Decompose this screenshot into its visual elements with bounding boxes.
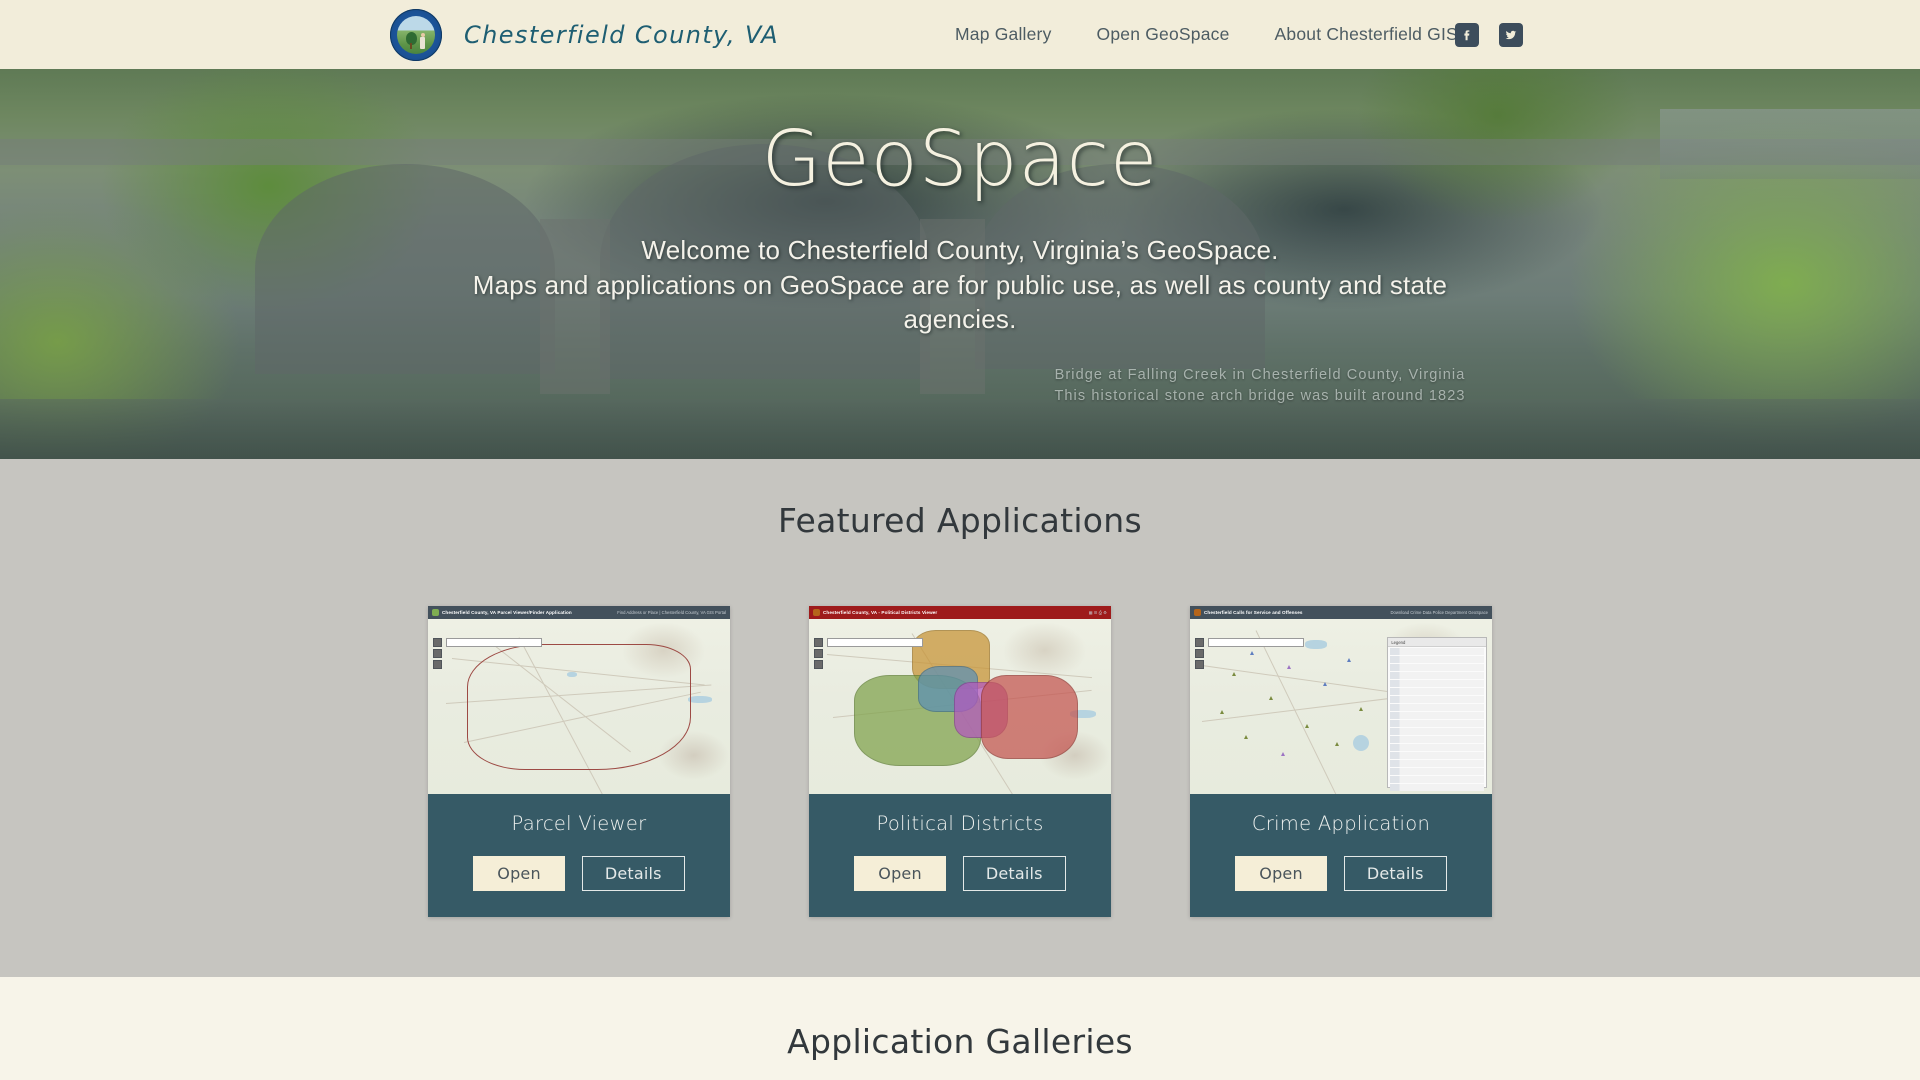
details-button-parcel-viewer[interactable]: Details [581, 856, 685, 891]
nav-item-open-geospace[interactable]: Open GeoSpace [1097, 24, 1230, 45]
app-card-title: Crime Application [1251, 812, 1431, 835]
main-nav: Map Gallery Open GeoSpace About Chesterf… [955, 24, 1458, 45]
hero-subtitle: Welcome to Chesterfield County, Virginia… [0, 233, 1920, 337]
featured-section-title: Featured Applications [777, 501, 1142, 540]
app-thumbnail-crime-application: Chesterfield Calls for Service and Offen… [1190, 606, 1492, 794]
nav-item-about-chesterfield-gis[interactable]: About Chesterfield GIS [1275, 24, 1458, 45]
hero-content: GeoSpace Welcome to Chesterfield County,… [0, 69, 1920, 337]
application-galleries-section: Application Galleries [0, 977, 1920, 1080]
open-button-parcel-viewer[interactable]: Open [473, 856, 565, 891]
app-card-title: Parcel Viewer [511, 812, 647, 835]
thumb-titlebar-text: Chesterfield Calls for Service and Offen… [1204, 610, 1303, 615]
app-thumbnail-political-districts: Chesterfield County, VA - Political Dist… [809, 606, 1111, 794]
app-thumbnail-parcel-viewer: Chesterfield County, VA Parcel Viewer/Fi… [428, 606, 730, 794]
thumb-titlebar-links: Download Crime Data Police Department Ge… [1390, 610, 1488, 615]
thumb-titlebar-text: Chesterfield County, VA Parcel Viewer/Fi… [442, 610, 572, 615]
details-button-crime-application[interactable]: Details [1343, 856, 1447, 891]
county-seal-icon [390, 8, 442, 61]
app-card-parcel-viewer[interactable]: Chesterfield County, VA Parcel Viewer/Fi… [428, 606, 730, 917]
twitter-icon[interactable] [1499, 22, 1523, 47]
map-image [809, 619, 1111, 794]
thumb-titlebar-links: Find Address or Place | Chesterfield Cou… [617, 610, 726, 615]
galleries-section-title: Application Galleries [787, 1022, 1133, 1061]
featured-applications-section: Featured Applications Chesterfield Count… [0, 459, 1920, 977]
nav-item-map-gallery[interactable]: Map Gallery [955, 24, 1052, 45]
app-card-political-districts[interactable]: Chesterfield County, VA - Political Dist… [809, 606, 1111, 917]
social-links [1455, 22, 1523, 47]
brand[interactable]: Chesterfield County, VA [390, 8, 779, 61]
map-image [428, 619, 730, 794]
hero-subtitle-line-3: agencies. [903, 304, 1017, 335]
legend-panel: Legend [1387, 637, 1487, 791]
facebook-icon[interactable] [1455, 22, 1479, 47]
brand-name: Chesterfield County, VA [464, 20, 779, 49]
open-button-political-districts[interactable]: Open [854, 856, 946, 891]
legend-title: Legend [1388, 638, 1486, 647]
hero-caption-line-2: This historical stone arch bridge was bu… [1054, 387, 1466, 404]
app-card-crime-application[interactable]: Chesterfield Calls for Service and Offen… [1190, 606, 1492, 917]
hero-caption-line-1: Bridge at Falling Creek in Chesterfield … [1054, 366, 1466, 383]
app-card-title: Political Districts [876, 812, 1044, 835]
map-image: Legend [1190, 619, 1492, 794]
thumb-titlebar-text: Chesterfield County, VA - Political Dist… [823, 610, 938, 615]
hero-banner: GeoSpace Welcome to Chesterfield County,… [0, 69, 1920, 459]
hero-title: GeoSpace [761, 115, 1159, 204]
hero-image-caption: Bridge at Falling Creek in Chesterfield … [1000, 365, 1520, 407]
hero-subtitle-line-1: Welcome to Chesterfield County, Virginia… [641, 235, 1279, 265]
open-button-crime-application[interactable]: Open [1235, 856, 1327, 891]
thumb-titlebar-links: ▦ ☰ ⎙ ⚙ [1088, 610, 1107, 615]
site-header: Chesterfield County, VA Map Gallery Open… [0, 0, 1920, 69]
hero-subtitle-line-2: Maps and applications on GeoSpace are fo… [472, 269, 1448, 300]
details-button-political-districts[interactable]: Details [962, 856, 1066, 891]
featured-cards: Chesterfield County, VA Parcel Viewer/Fi… [0, 606, 1920, 917]
